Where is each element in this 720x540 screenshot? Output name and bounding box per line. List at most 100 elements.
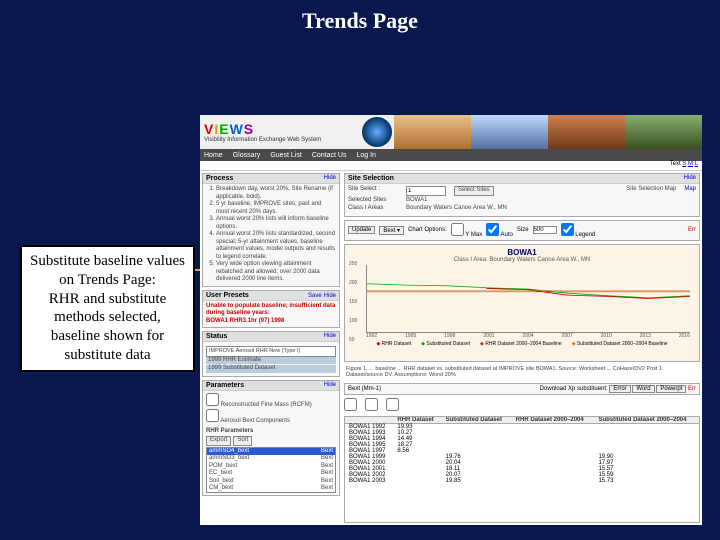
views-app: VIEWS Visibility Information Exchange We… — [200, 115, 702, 525]
parameters-hide[interactable]: Hide — [324, 382, 336, 389]
filter-cb-1[interactable] — [344, 398, 357, 411]
param-item: ammSO4_bextBext — [207, 448, 335, 456]
app-header: VIEWS Visibility Information Exchange We… — [200, 115, 702, 149]
chart-panel: BOWA1 Class I Area: Boundary Waters Cano… — [344, 244, 700, 362]
dl-error[interactable]: Error — [609, 385, 630, 393]
logo-s: S — [244, 121, 254, 137]
filter-cb-3[interactable] — [386, 398, 399, 411]
site-selection-panel: Site Selection Hide Site Select : Select… — [344, 173, 700, 217]
cb-rcfm[interactable] — [206, 393, 219, 406]
site-map-link[interactable]: Map — [684, 186, 696, 196]
param-sort-button[interactable]: Sort — [233, 436, 252, 446]
param-item: CM_bextBext — [207, 485, 335, 493]
logo-w: W — [230, 121, 244, 137]
chart-legend: RHR Dataset Substituted Dataset RHR Data… — [348, 341, 696, 347]
rhr-group-label: RHR Parameters — [206, 428, 336, 436]
cb-bext-label: Aerosol Bext Components — [220, 418, 290, 424]
table-row: BOWA1 200319.8515.73 — [345, 478, 699, 484]
process-title: Process — [206, 175, 233, 182]
filter-checks — [344, 398, 700, 413]
site-select-label: Site Select : — [348, 186, 398, 196]
param-listbox[interactable]: ammSO4_bextBext ammNO3_bextBext POM_bext… — [206, 447, 336, 493]
cb-rcfm-label: Reconstructed Fine Mass (RCFM) — [221, 402, 312, 408]
nav-home[interactable]: Home — [204, 152, 223, 159]
chart-yaxis: 250 200 150 100 50 — [349, 261, 357, 343]
logo-e: E — [219, 121, 229, 137]
cb-legend[interactable] — [561, 223, 574, 236]
chart-opts-label: Chart Options: — [408, 227, 447, 233]
nav-login[interactable]: Log In — [356, 152, 375, 159]
chart-options-bar: Update Bext ▾ Chart Options: Y Max Auto … — [344, 220, 700, 241]
text-size-strip: Text S M L — [200, 161, 702, 171]
param-export-button[interactable]: Export — [206, 436, 231, 446]
selected-sites-val: BOWA1 — [406, 197, 427, 205]
preset-hide[interactable]: Hide — [324, 293, 336, 299]
status-readout: IMPROVE Aerosol RHR New (Type I) — [206, 346, 336, 357]
class1-label: Class I Areas — [348, 205, 398, 213]
chart-err-link[interactable]: Err — [688, 227, 696, 233]
user-presets-panel: User Presets Save Hide Unable to populat… — [202, 290, 340, 329]
process-panel: Process Hide Breakdown day, worst 20%, S… — [202, 173, 340, 287]
parameters-panel: Parameters Hide Reconstructed Fine Mass … — [202, 380, 340, 496]
class1-val: Boundary Waters Canoe Area W., MN — [406, 205, 507, 213]
chart-plot — [366, 265, 690, 333]
dl-label: Download Xp substituent: — [540, 386, 608, 392]
process-item: Annual worst 20% lists will inform basel… — [216, 216, 336, 231]
site-count-input[interactable] — [406, 186, 446, 196]
process-item: Breakdown day, worst 20%, Site Rename (i… — [216, 186, 336, 201]
site-sel-hide[interactable]: Hide — [684, 175, 696, 182]
logo-tagline: Visibility Information Exchange Web Syst… — [204, 137, 360, 143]
process-item: Annual worst 20% lists standardized, sec… — [216, 231, 336, 261]
status-panel: Status Hide IMPROVE Aerosol RHR New (Typ… — [202, 331, 340, 377]
nav-bar: Home Glossary Guest List Contact Us Log … — [200, 149, 702, 161]
textsize-s[interactable]: S — [682, 161, 686, 167]
filter-cb-2[interactable] — [365, 398, 378, 411]
param-item: ammNO3_bextBext — [207, 455, 335, 463]
chart-subtitle: Class I Area: Boundary Waters Canoe Area… — [348, 257, 696, 263]
status-hide[interactable]: Hide — [324, 333, 336, 340]
selected-sites-label: Selected Sites — [348, 197, 398, 205]
dl-ppt[interactable]: Powerpt — [656, 385, 686, 393]
data-table: RHR Dataset Substituted Dataset RHR Data… — [345, 417, 699, 484]
var-select[interactable]: Bext ▾ — [379, 226, 404, 235]
site-map-label: Site Selection Map — [626, 186, 676, 196]
nav-guestlist[interactable]: Guest List — [270, 152, 302, 159]
chart-xaxis: 1992 1995 1998 2001 2004 2007 2010 2013 … — [366, 333, 690, 339]
status-title: Status — [206, 333, 227, 340]
slide-title: Trends Page — [0, 8, 720, 34]
status-row: 1999 RHR Estimate — [206, 357, 336, 365]
download-bar: Bext (Mm-1) Download Xp substituent: Err… — [344, 383, 700, 395]
textsize-l[interactable]: L — [695, 161, 698, 167]
cb-ymax[interactable] — [451, 223, 464, 236]
param-item: EC_bextBext — [207, 470, 335, 478]
preset-warning: Unable to populate baseline; insufficien… — [206, 303, 336, 326]
preset-save[interactable]: Save — [308, 293, 322, 299]
callout-text: Substitute baseline values on Trends Pag… — [30, 253, 185, 363]
user-presets-title: User Presets — [206, 292, 249, 299]
process-hide[interactable]: Hide — [324, 175, 336, 182]
dl-err-link[interactable]: Err — [688, 386, 696, 392]
parameters-title: Parameters — [206, 382, 244, 389]
dl-word[interactable]: Word — [632, 385, 654, 393]
logo-v: V — [204, 121, 214, 137]
update-button[interactable]: Update — [348, 226, 375, 234]
callout-box: Substitute baseline values on Trends Pag… — [20, 245, 195, 372]
param-item: POM_bextBext — [207, 463, 335, 471]
size-input[interactable] — [533, 226, 557, 234]
figure-caption: Figure 1. ... baseline ... RHR dataset v… — [344, 365, 700, 380]
views-logo: VIEWS Visibility Information Exchange We… — [200, 115, 360, 149]
size-label: Size — [517, 227, 529, 233]
cb-bext[interactable] — [206, 409, 219, 422]
nav-contact[interactable]: Contact Us — [312, 152, 347, 159]
nav-glossary[interactable]: Glossary — [233, 152, 261, 159]
banner-images — [394, 115, 702, 149]
select-sites-button[interactable]: Select Sites — [454, 186, 494, 196]
textsize-m[interactable]: M — [688, 161, 693, 167]
data-table-panel: RHR Dataset Substituted Dataset RHR Data… — [344, 416, 700, 523]
param-item: Soil_bextBext — [207, 478, 335, 486]
process-item: Very wide option viewing attainment reba… — [216, 261, 336, 284]
status-row: 1999 Substituted Dataset — [206, 365, 336, 373]
process-item: 5 yr baseline, IMPROVE sites; past and m… — [216, 201, 336, 216]
cb-auto[interactable] — [486, 223, 499, 236]
chart-title: BOWA1 — [348, 248, 696, 257]
